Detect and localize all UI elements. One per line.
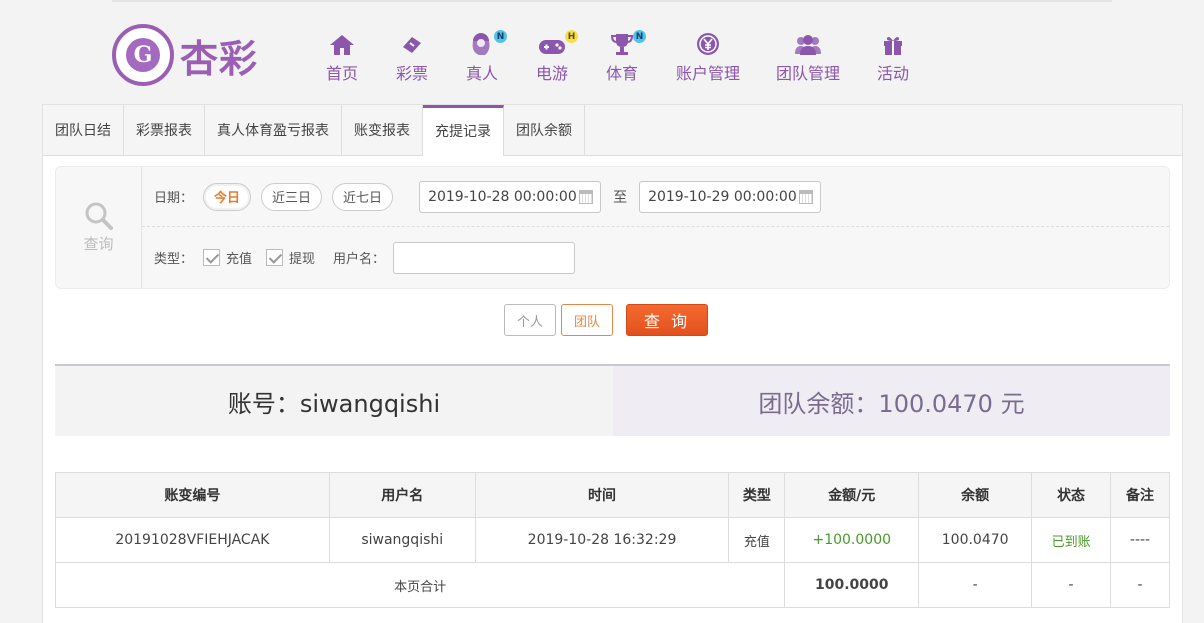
page-total-note: - xyxy=(1110,562,1170,608)
tab-lottery-report[interactable]: 彩票报表 xyxy=(124,105,205,155)
column-header: 状态 xyxy=(1031,472,1112,518)
page-total-label: 本页合计 xyxy=(54,562,786,608)
yen-coin-icon xyxy=(696,28,720,56)
lottery-ticket-icon xyxy=(399,28,425,56)
nav-item-team[interactable]: 团队管理 xyxy=(770,28,846,84)
column-header: 金额/元 xyxy=(784,472,920,518)
team-balance: 团队余额：100.0470 元 xyxy=(613,366,1170,436)
filter-box: 查询 日期： 今日 近三日 近七日 2019-10-28 00:00:00 至 … xyxy=(55,166,1170,289)
tab-team-daily[interactable]: 团队日结 xyxy=(43,105,124,155)
type-label: 类型： xyxy=(154,252,194,267)
username-input[interactable] xyxy=(393,241,576,274)
record-amount: +100.0000 xyxy=(784,517,920,563)
page-total-status: - xyxy=(1031,562,1112,608)
column-header: 账变编号 xyxy=(55,472,330,518)
date-row: 日期： 今日 近三日 近七日 2019-10-28 00:00:00 至 201… xyxy=(142,167,1169,227)
type-row: 类型： 充值 提现 用户名： xyxy=(142,227,1169,288)
record-id: 20191028VFIEHJACAK xyxy=(55,517,330,563)
top-divider xyxy=(112,0,1112,2)
nav-item-egame[interactable]: H 电游 xyxy=(522,28,582,84)
live-dealer-icon: N xyxy=(469,28,507,56)
tab-deposit-withdraw[interactable]: 充提记录 xyxy=(423,105,504,156)
record-note: ---- xyxy=(1110,517,1170,563)
date-range-separator: 至 xyxy=(613,189,628,206)
nav-item-home[interactable]: 首页 xyxy=(312,28,372,84)
team-button[interactable]: 团队 xyxy=(561,304,614,336)
start-date-input[interactable]: 2019-10-28 00:00:00 xyxy=(419,180,602,213)
account-name: 账号：siwangqishi xyxy=(55,366,613,436)
personal-button[interactable]: 个人 xyxy=(504,304,557,336)
nav-item-sports[interactable]: N 体育 xyxy=(592,28,652,84)
tab-live-sports-report[interactable]: 真人体育盈亏报表 xyxy=(205,105,342,155)
gift-icon xyxy=(882,28,904,56)
username-label: 用户名： xyxy=(333,252,386,267)
quick-today-button[interactable]: 今日 xyxy=(203,182,252,211)
nav-item-activity[interactable]: 活动 xyxy=(870,28,916,84)
home-icon xyxy=(329,28,355,56)
calendar-icon[interactable] xyxy=(579,189,594,204)
end-date-input[interactable]: 2019-10-29 00:00:00 xyxy=(639,180,822,213)
nav-item-account[interactable]: 账户管理 xyxy=(670,28,746,84)
search-icon xyxy=(85,202,113,230)
query-button[interactable]: 查 询 xyxy=(626,304,709,336)
new-badge: N xyxy=(494,30,507,43)
new-badge: N xyxy=(633,30,646,43)
record-status: 已到账 xyxy=(1031,517,1112,563)
filter-search-side: 查询 xyxy=(56,167,142,288)
table-header-row: 账变编号 用户名 时间 类型 金额/元 余额 状态 备注 xyxy=(55,472,1170,518)
column-header: 备注 xyxy=(1110,472,1170,518)
calendar-icon[interactable] xyxy=(799,189,814,204)
report-panel: 团队日结 彩票报表 真人体育盈亏报表 账变报表 充提记录 团队余额 查询 日期：… xyxy=(42,104,1183,623)
logo-text: 杏彩 xyxy=(180,36,259,81)
tab-account-change[interactable]: 账变报表 xyxy=(342,105,423,155)
nav-item-live[interactable]: N 真人 xyxy=(452,28,512,84)
account-summary: 账号：siwangqishi 团队余额：100.0470 元 xyxy=(55,364,1170,436)
logo[interactable]: G 杏彩 xyxy=(112,24,272,86)
team-users-icon xyxy=(794,28,822,56)
main-nav: 首页 彩票 N 真人 H 电游 N 体育 账户管理 团队管理 活动 xyxy=(312,28,916,84)
record-user: siwangqishi xyxy=(328,517,476,563)
quick-3days-button[interactable]: 近三日 xyxy=(261,182,323,211)
record-balance: 100.0470 xyxy=(918,517,1033,563)
record-type: 充值 xyxy=(728,517,786,563)
report-tabs: 团队日结 彩票报表 真人体育盈亏报表 账变报表 充提记录 团队余额 xyxy=(43,105,1182,156)
checkbox-icon[interactable] xyxy=(203,249,221,266)
records-table: 账变编号 用户名 时间 类型 金额/元 余额 状态 备注 20191028VFI… xyxy=(54,472,1170,608)
type-deposit-checkbox[interactable]: 充值 xyxy=(203,248,252,267)
column-header: 类型 xyxy=(728,472,786,518)
quick-7days-button[interactable]: 近七日 xyxy=(332,182,394,211)
checkbox-icon[interactable] xyxy=(266,249,284,266)
filter-side-label: 查询 xyxy=(83,235,114,253)
record-time: 2019-10-28 16:32:29 xyxy=(474,517,730,563)
trophy-icon: N xyxy=(610,28,646,56)
date-label: 日期： xyxy=(154,191,194,206)
hot-badge: H xyxy=(565,30,578,43)
column-header: 用户名 xyxy=(328,472,476,518)
nav-item-lottery[interactable]: 彩票 xyxy=(382,28,442,84)
scope-buttons: 个人 团队 查 询 xyxy=(504,304,709,336)
column-header: 余额 xyxy=(918,472,1033,518)
page-total-amount: 100.0000 xyxy=(784,562,920,608)
column-header: 时间 xyxy=(474,472,730,518)
page-total-balance: - xyxy=(918,562,1033,608)
tab-team-balance[interactable]: 团队余额 xyxy=(504,105,585,155)
gamepad-icon: H xyxy=(538,28,578,56)
type-withdraw-checkbox[interactable]: 提现 xyxy=(266,248,315,267)
table-total-row: 本页合计 100.0000 - - - xyxy=(54,562,1170,608)
table-row: 20191028VFIEHJACAK siwangqishi 2019-10-2… xyxy=(55,517,1170,563)
logo-mark-icon: G xyxy=(112,24,174,86)
